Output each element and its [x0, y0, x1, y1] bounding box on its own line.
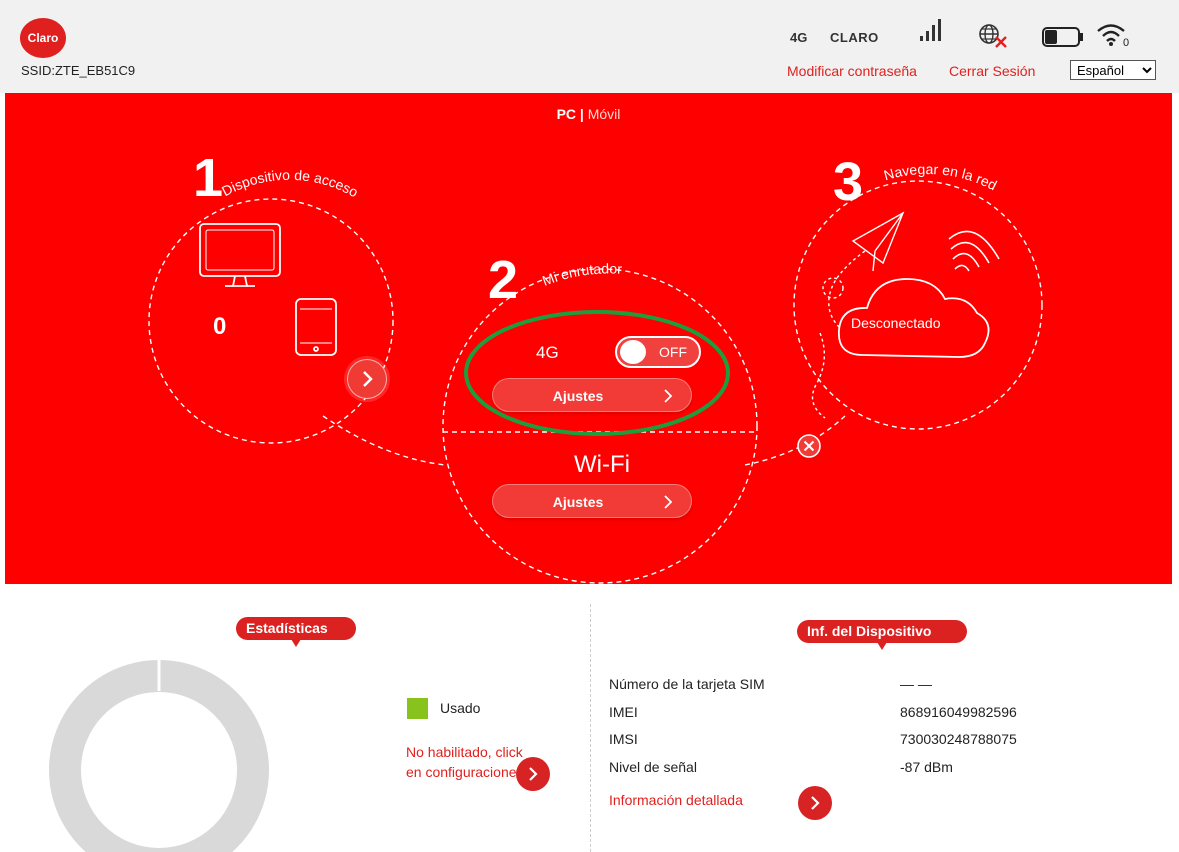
network-overview-panel: PC | Móvil 1 Dispositivo de acceso 2 Mi …: [5, 93, 1172, 584]
carrier-name: CLARO: [830, 30, 879, 45]
computer-icon: [199, 223, 281, 287]
smartphone-icon: [295, 298, 337, 356]
battery-icon: [1042, 27, 1083, 47]
ssid-label: SSID:ZTE_EB51C9: [21, 63, 136, 78]
usage-donut-chart: [49, 660, 269, 852]
sim-number-value: — —: [900, 676, 932, 692]
change-password-link[interactable]: Modificar contraseña: [787, 63, 917, 79]
step2-title: Mi enrutador: [540, 260, 623, 288]
chevron-right-icon: [363, 371, 373, 387]
chevron-right-icon: [529, 767, 538, 781]
stats-not-enabled-link[interactable]: No habilitado, click en configuraciones: [406, 742, 531, 782]
stats-settings-button[interactable]: [516, 757, 550, 791]
connected-device-count: 0: [213, 313, 227, 340]
claro-logo: Claro: [20, 18, 66, 58]
highlight-ellipse: [464, 310, 730, 436]
view-devices-button[interactable]: [347, 359, 387, 399]
wifi-settings-label: Ajustes: [552, 494, 604, 510]
imsi-label: IMSI: [609, 731, 638, 747]
statistics-tag: Estadísticas: [236, 617, 356, 647]
step3-number: 3: [833, 152, 863, 212]
signal-bars-icon: [920, 19, 941, 41]
signal-level-value: -87 dBm: [900, 759, 953, 775]
connection-status: Desconectado: [851, 315, 941, 331]
used-legend-swatch: [407, 698, 428, 719]
detailed-info-button[interactable]: [798, 786, 832, 820]
network-type-indicator: 4G: [790, 30, 808, 45]
globe-disconnected-icon: [979, 24, 1007, 48]
logout-link[interactable]: Cerrar Sesión: [949, 63, 1035, 79]
chevron-right-icon: [664, 495, 673, 509]
chevron-right-icon: [811, 796, 820, 810]
imei-value: 868916049982596: [900, 704, 1017, 720]
access-device-circle: [148, 198, 394, 444]
section-divider: [590, 604, 591, 852]
step1-title: Dispositivo de acceso: [219, 167, 361, 201]
imei-label: IMEI: [609, 704, 638, 720]
detailed-info-link[interactable]: Información detallada: [609, 792, 743, 808]
step2-number: 2: [488, 250, 518, 310]
top-header: Claro SSID:ZTE_EB51C9 4G CLARO 0 Modific…: [0, 0, 1179, 93]
step1-number: 1: [193, 148, 223, 208]
signal-level-label: Nivel de señal: [609, 759, 697, 775]
device-info-tag: Inf. del Dispositivo: [797, 620, 967, 650]
disconnected-close-icon[interactable]: [795, 432, 823, 460]
used-legend-label: Usado: [440, 700, 481, 716]
wifi-settings-button[interactable]: Ajustes: [492, 484, 692, 518]
sim-number-label: Número de la tarjeta SIM: [609, 676, 765, 692]
imsi-value: 730030248788075: [900, 731, 1017, 747]
language-select[interactable]: Español: [1070, 60, 1156, 80]
internet-circle: [793, 180, 1043, 430]
wifi-client-count: 0: [1123, 37, 1129, 48]
signal-waves-icon: [948, 230, 1000, 272]
step3-title: Navegar en la red: [882, 161, 1000, 193]
wifi-icon: 0: [1097, 24, 1129, 48]
wifi-label: Wi-Fi: [574, 451, 630, 478]
donut-remaining-segment: [49, 660, 269, 852]
